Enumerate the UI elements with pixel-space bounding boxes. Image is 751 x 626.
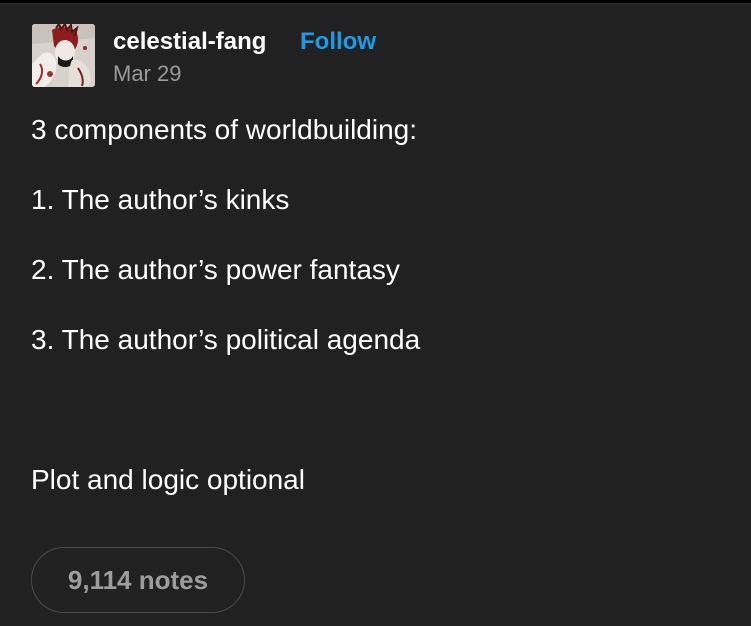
notes-count-button[interactable]: 9,114 notes <box>31 547 245 613</box>
post-text-line: 2. The author’s power fantasy <box>31 254 400 285</box>
post-text-line: 1. The author’s kinks <box>31 184 290 215</box>
blog-avatar[interactable] <box>32 24 95 87</box>
notes-count-label: 9,114 notes <box>67 564 209 595</box>
post-text-line: Plot and logic optional <box>31 464 305 495</box>
blog-name-link[interactable]: celestial-fang <box>113 27 266 57</box>
follow-button[interactable]: Follow <box>300 27 376 57</box>
avatar-image-icon <box>32 24 95 87</box>
post-text-line: 3. The author’s political agenda <box>31 324 421 355</box>
post-text-line: 3 components of worldbuilding: <box>31 114 418 145</box>
post-card: celestial-fang Follow Mar 29 3 component… <box>0 3 751 626</box>
post-date[interactable]: Mar 29 <box>113 60 181 88</box>
